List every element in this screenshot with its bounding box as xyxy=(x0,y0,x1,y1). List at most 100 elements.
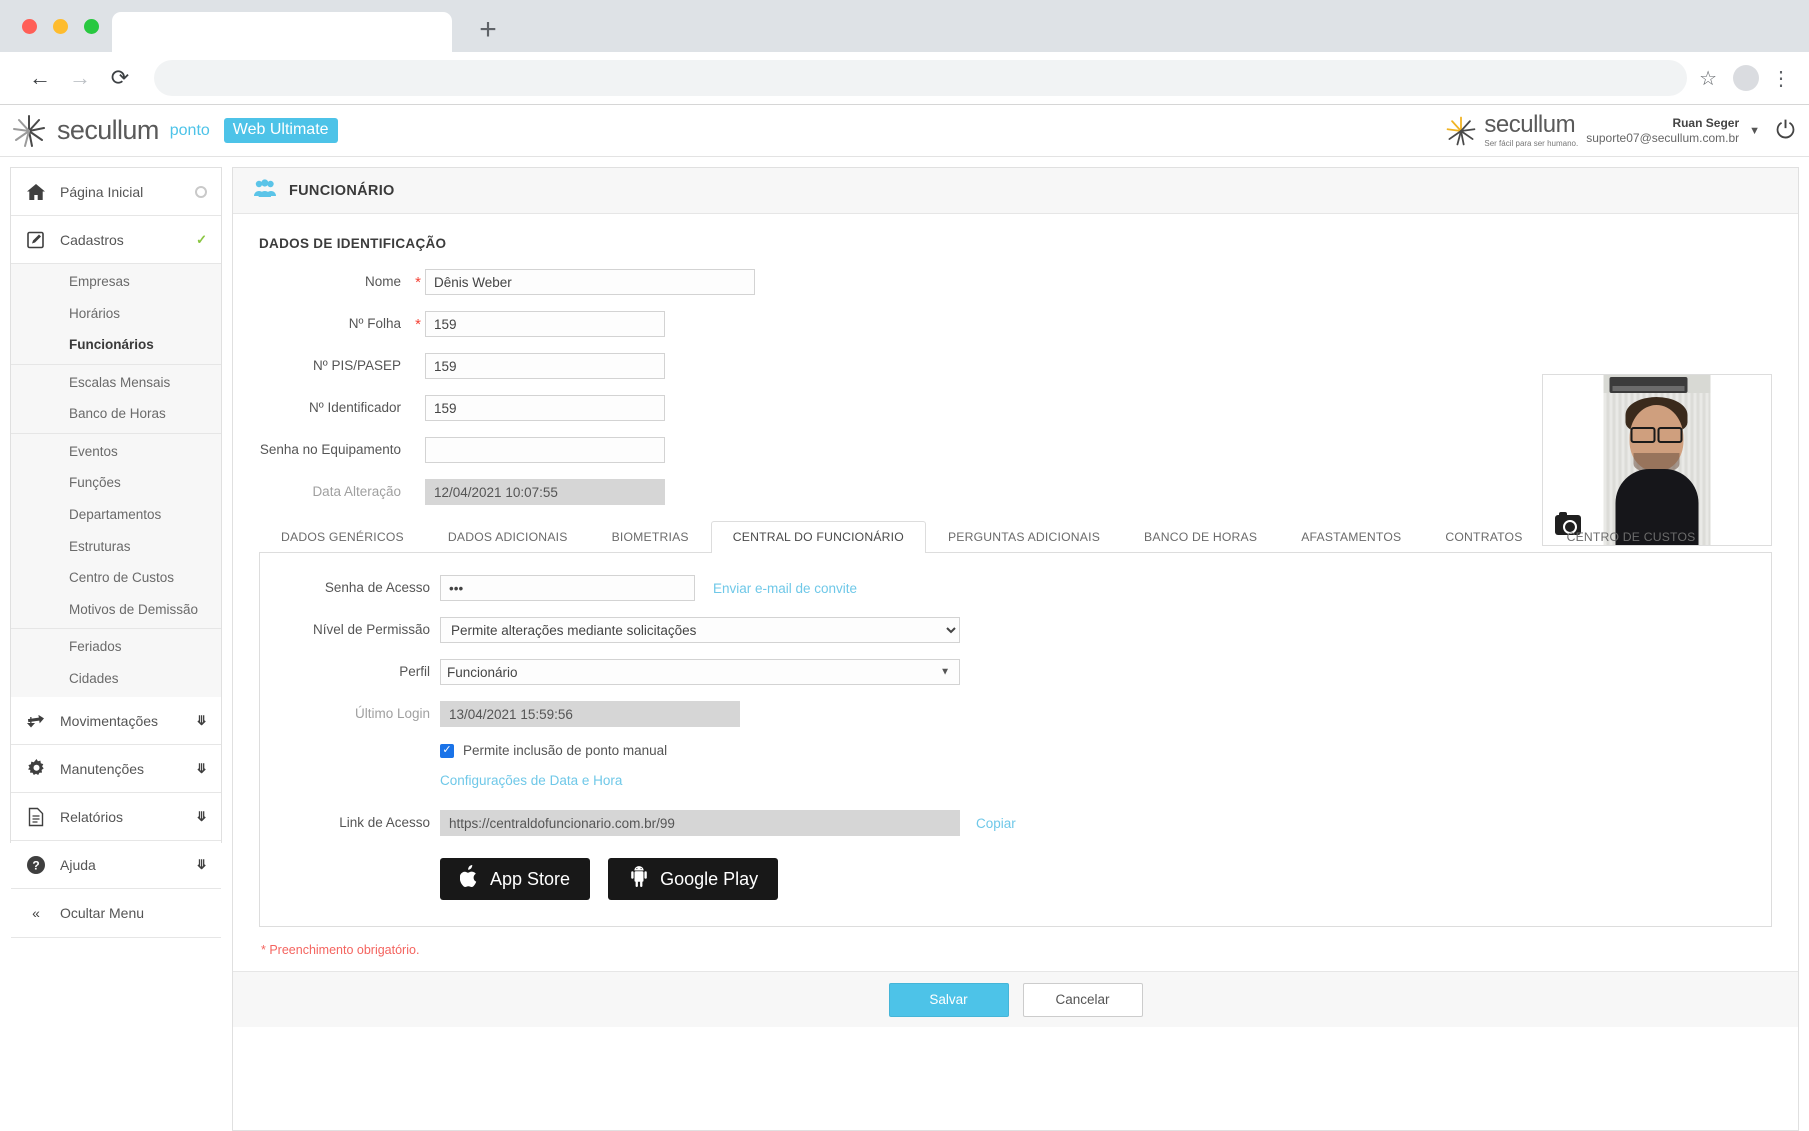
sidebar-item-banco-de-horas[interactable]: Banco de Horas xyxy=(11,398,221,430)
users-group-icon xyxy=(253,179,277,203)
chevron-down-icon[interactable]: ⤋ xyxy=(196,713,207,729)
sidebar-item-motivos-de-demissao[interactable]: Motivos de Demissão xyxy=(11,594,221,626)
sidebar-item-manutencoes[interactable]: Manutenções ⤋ xyxy=(11,745,221,793)
new-tab-button[interactable]: + xyxy=(470,14,506,50)
sidebar-item-departamentos[interactable]: Departamentos xyxy=(11,499,221,531)
field-label: Último Login xyxy=(260,705,440,723)
tab-centro-de-custos[interactable]: CENTRO DE CUSTOS xyxy=(1545,521,1718,553)
forward-arrow-icon[interactable]: → xyxy=(60,58,100,98)
required-asterisk: * xyxy=(411,274,425,291)
tab-perguntas-adicionais[interactable]: PERGUNTAS ADICIONAIS xyxy=(926,521,1122,553)
sidebar-item-eventos[interactable]: Eventos xyxy=(11,436,221,468)
required-field-note: * Preenchimento obrigatório. xyxy=(259,927,1772,971)
browser-tab[interactable] xyxy=(112,12,452,52)
sidebar-item-relatorios[interactable]: Relatórios ⤋ xyxy=(11,793,221,841)
kebab-menu-icon[interactable]: ⋮ xyxy=(1771,66,1789,91)
sidebar-item-ocultar-menu[interactable]: « Ocultar Menu xyxy=(11,889,221,938)
identificador-input[interactable] xyxy=(425,395,665,421)
tab-biometrias[interactable]: BIOMETRIAS xyxy=(590,521,711,553)
google-play-button[interactable]: Google Play xyxy=(608,858,778,900)
perfil-select[interactable]: Funcionário ▼ xyxy=(440,659,960,685)
chevron-down-icon: ▼ xyxy=(940,667,950,678)
sidebar-item-estruturas[interactable]: Estruturas xyxy=(11,531,221,563)
sidebar-item-centro-de-custos[interactable]: Centro de Custos xyxy=(11,562,221,594)
page-content: DADOS DE IDENTIFICAÇÃO Nome * Nº Folha *… xyxy=(233,214,1798,1130)
sidebar-item-funcionarios[interactable]: Funcionários xyxy=(11,329,221,361)
tab-contratos[interactable]: CONTRATOS xyxy=(1423,521,1544,553)
main-panel: FUNCIONÁRIO DADOS DE IDENTIFICAÇÃO Nome … xyxy=(232,167,1799,1131)
tab-dados-adicionais[interactable]: DADOS ADICIONAIS xyxy=(426,521,590,553)
chevron-down-icon[interactable]: ✓ xyxy=(196,232,207,248)
field-row-nivel-permissao: Nível de Permissão Permite alterações me… xyxy=(260,617,1771,643)
enviar-email-convite-link[interactable]: Enviar e-mail de convite xyxy=(713,581,857,596)
secullum-burst-icon xyxy=(1444,114,1478,148)
senha-acesso-input[interactable] xyxy=(440,575,695,601)
perfil-selected-value: Funcionário xyxy=(447,665,518,680)
chevron-down-icon[interactable]: ⤋ xyxy=(196,809,207,825)
back-arrow-icon[interactable]: ← xyxy=(20,58,60,98)
save-button[interactable]: Salvar xyxy=(889,983,1009,1017)
reload-icon[interactable]: ⟳ xyxy=(100,58,140,98)
sidebar-item-label: Movimentações xyxy=(60,713,183,729)
app-header: secullum ponto Web Ultimate xyxy=(0,105,1809,157)
field-label: Link de Acesso xyxy=(260,814,440,832)
tab-afastamentos[interactable]: AFASTAMENTOS xyxy=(1279,521,1423,553)
app-body: Página Inicial Cadastros ✓ xyxy=(0,157,1809,1131)
pis-pasep-input[interactable] xyxy=(425,353,665,379)
transfer-icon xyxy=(25,710,47,732)
sidebar-item-escalas-mensais[interactable]: Escalas Mensais xyxy=(11,367,221,399)
sidebar-item-ajuda[interactable]: ? Ajuda ⤋ xyxy=(11,841,221,889)
radio-dot-icon[interactable] xyxy=(195,186,207,198)
configuracoes-data-hora-link[interactable]: Configurações de Data e Hora xyxy=(440,773,622,788)
address-bar[interactable] xyxy=(154,60,1687,96)
ponto-manual-checkbox-label: Permite inclusão de ponto manual xyxy=(463,743,667,758)
copiar-link[interactable]: Copiar xyxy=(976,816,1016,831)
app-store-button[interactable]: App Store xyxy=(440,858,590,900)
sidebar-item-movimentacoes[interactable]: Movimentações ⤋ xyxy=(11,697,221,745)
chevron-down-icon[interactable]: ⤋ xyxy=(196,857,207,873)
sidebar-item-label: Manutenções xyxy=(60,761,183,777)
field-row-link-acesso: Link de Acesso Copiar xyxy=(260,810,1771,836)
sidebar-item-feriados[interactable]: Feriados xyxy=(11,631,221,663)
user-info[interactable]: Ruan Seger suporte07@secullum.com.br xyxy=(1586,116,1739,145)
apple-icon xyxy=(460,865,480,894)
sidebar-item-empresas[interactable]: Empresas xyxy=(11,266,221,298)
star-icon[interactable]: ☆ xyxy=(1699,66,1717,91)
field-row-ultimo-login: Último Login xyxy=(260,701,1771,727)
sidebar-item-cadastros[interactable]: Cadastros ✓ xyxy=(11,216,221,264)
close-window-button[interactable] xyxy=(22,19,37,34)
user-email: suporte07@secullum.com.br xyxy=(1586,131,1739,145)
senha-equipamento-input[interactable] xyxy=(425,437,665,463)
numero-folha-input[interactable] xyxy=(425,311,665,337)
minimize-window-button[interactable] xyxy=(53,19,68,34)
power-icon[interactable]: ⏻ xyxy=(1776,117,1795,145)
corporate-tagline: Ser fácil para ser humano. xyxy=(1484,140,1578,148)
store-buttons: App Store xyxy=(260,858,1771,900)
tab-central-do-funcionario[interactable]: CENTRAL DO FUNCIONÁRIO xyxy=(711,521,926,553)
nome-input[interactable] xyxy=(425,269,755,295)
maximize-window-button[interactable] xyxy=(84,19,99,34)
sidebar-item-cidades[interactable]: Cidades xyxy=(11,663,221,695)
tab-banco-de-horas[interactable]: BANCO DE HORAS xyxy=(1122,521,1279,553)
form-actions: Salvar Cancelar xyxy=(233,971,1798,1027)
nivel-permissao-select[interactable]: Permite alterações mediante solicitações xyxy=(440,617,960,643)
app-brand: secullum ponto Web Ultimate xyxy=(10,112,338,150)
submenu-block: Empresas Horários Funcionários xyxy=(11,264,221,365)
field-label: Data Alteração xyxy=(259,483,411,501)
chevron-down-icon[interactable]: ▼ xyxy=(1749,125,1760,137)
sidebar-item-pagina-inicial[interactable]: Página Inicial xyxy=(11,168,221,216)
sidebar-item-funcoes[interactable]: Funções xyxy=(11,467,221,499)
checkbox-checked-icon[interactable]: ✓ xyxy=(440,744,454,758)
gear-icon xyxy=(25,758,47,780)
android-icon xyxy=(628,865,650,894)
profile-avatar[interactable] xyxy=(1733,65,1759,91)
svg-text:?: ? xyxy=(32,858,39,872)
chevron-down-icon[interactable]: ⤋ xyxy=(196,761,207,777)
browser-window: + ← → ⟳ ☆ ⋮ xyxy=(0,0,1809,1131)
window-traffic-lights xyxy=(22,19,99,34)
ponto-manual-checkbox-row[interactable]: ✓ Permite inclusão de ponto manual xyxy=(440,743,1771,758)
sidebar-item-horarios[interactable]: Horários xyxy=(11,298,221,330)
cancel-button[interactable]: Cancelar xyxy=(1023,983,1143,1017)
data-alteracao-field xyxy=(425,479,665,505)
tab-dados-genericos[interactable]: DADOS GENÉRICOS xyxy=(259,521,426,553)
